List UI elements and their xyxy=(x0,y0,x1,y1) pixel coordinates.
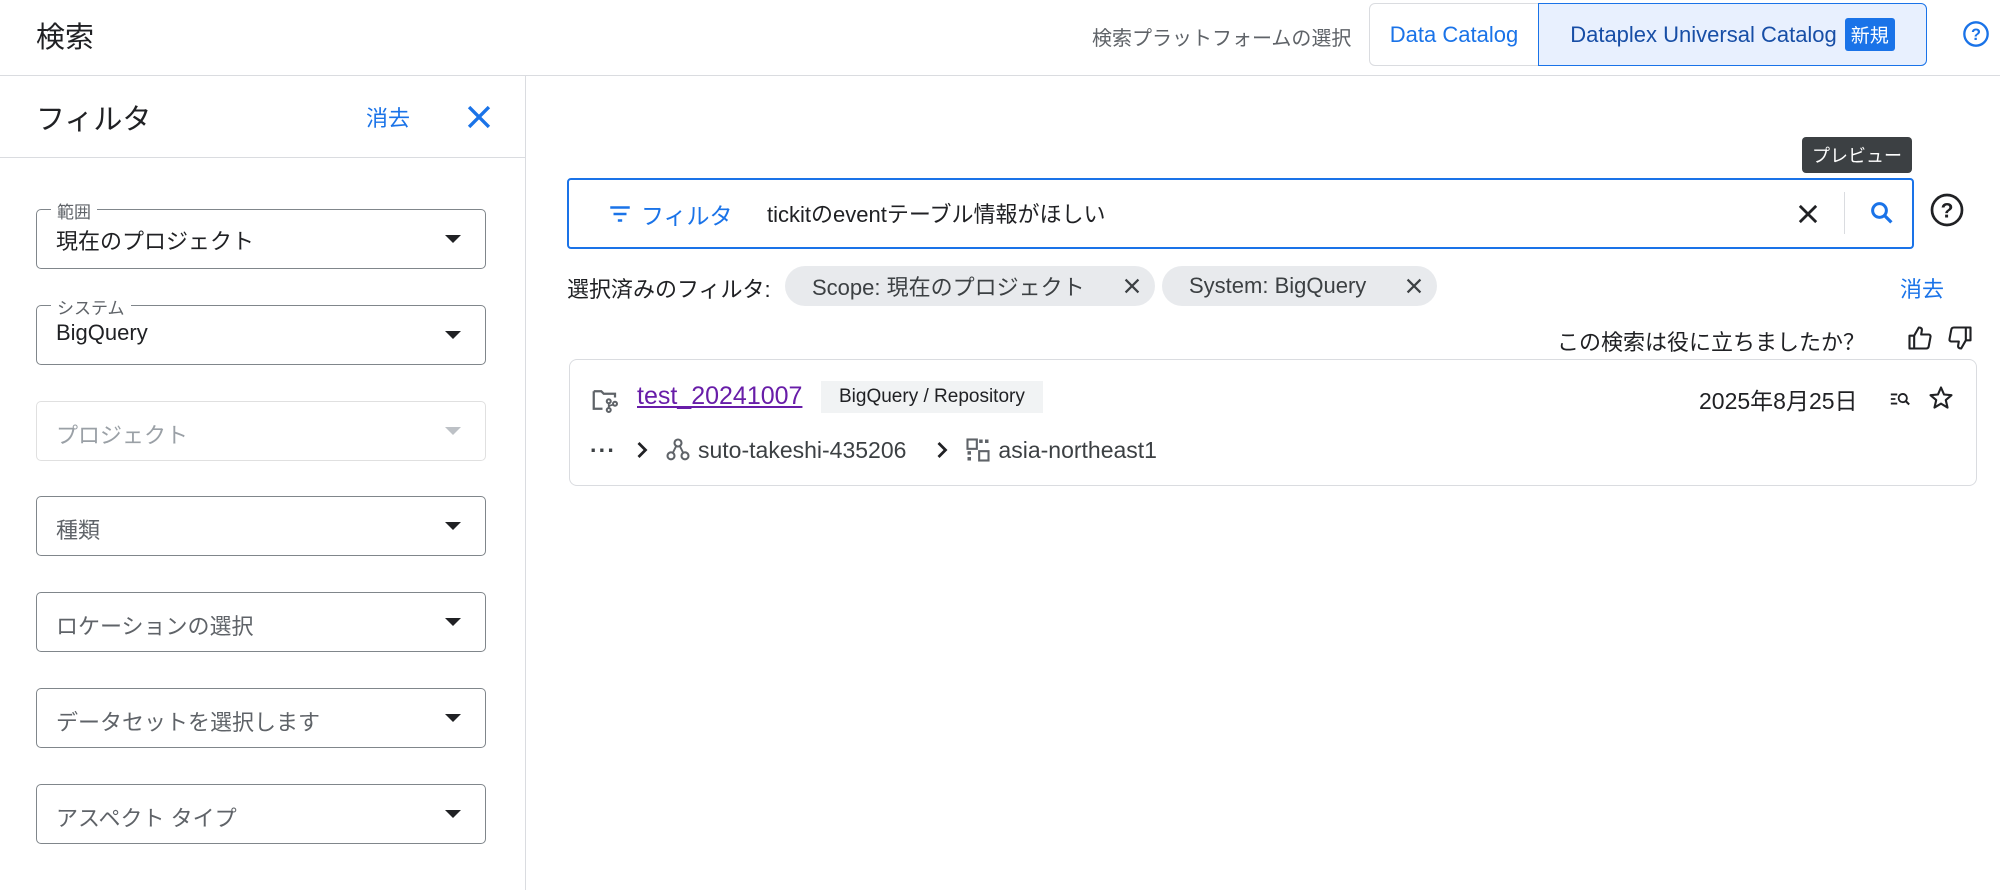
scope-value: 現在のプロジェクト xyxy=(56,229,255,254)
scope-label: 範囲 xyxy=(51,198,97,223)
aspect-type-select[interactable]: アスペクト タイプ xyxy=(36,784,486,844)
search-result-card[interactable]: test_20241007 BigQuery / Repository 2025… xyxy=(569,359,1977,486)
breadcrumb-more-button[interactable]: ··· xyxy=(590,437,620,464)
location-select[interactable]: ロケーションの選択 xyxy=(36,592,486,652)
platform-dataplex-button[interactable]: Dataplex Universal Catalog 新規 xyxy=(1538,3,1927,66)
platform-dataplex-label: Dataplex Universal Catalog xyxy=(1570,21,1837,47)
result-title-link[interactable]: test_20241007 xyxy=(637,382,802,411)
svg-text:?: ? xyxy=(1941,200,1954,223)
help-circle-icon[interactable]: ? xyxy=(1929,192,1965,228)
remove-chip-icon[interactable] xyxy=(1403,275,1425,297)
project-icon xyxy=(666,438,690,461)
breadcrumb-location[interactable]: asia-northeast1 xyxy=(964,436,1157,464)
result-breadcrumb: ··· suto-takeshi-435206 asia-northeast1 xyxy=(590,434,1157,466)
platform-select-label: 検索プラットフォームの選択 xyxy=(1092,28,1352,50)
chevron-down-icon xyxy=(445,235,461,243)
breadcrumb-project[interactable]: suto-takeshi-435206 xyxy=(664,436,906,464)
thumb-down-icon[interactable] xyxy=(1946,324,1974,352)
search-divider xyxy=(1844,192,1845,234)
feedback-question: この検索は役に立ちましたか？ xyxy=(1557,330,1866,355)
close-icon[interactable] xyxy=(462,100,496,134)
chevron-down-icon xyxy=(445,810,461,818)
chevron-right-icon xyxy=(937,442,948,458)
system-select[interactable]: システム BigQuery xyxy=(36,294,486,365)
platform-data-catalog-label: Data Catalog xyxy=(1389,21,1519,47)
filter-chip-scope: Scope: 現在のプロジェクト xyxy=(785,266,1155,306)
chevron-down-icon xyxy=(445,427,461,435)
filter-panel-header: フィルタ 消去 xyxy=(0,76,526,158)
type-placeholder: 種類 xyxy=(56,518,101,543)
star-icon[interactable] xyxy=(1927,384,1955,412)
breadcrumb-project-label: suto-takeshi-435206 xyxy=(698,436,907,463)
thumb-up-icon[interactable] xyxy=(1906,324,1934,352)
search-filter-button[interactable]: フィルタ xyxy=(607,197,733,231)
page-title: 検索 xyxy=(36,22,95,54)
location-grid-icon xyxy=(966,438,990,462)
clear-selected-filters-link[interactable]: 消去 xyxy=(1900,272,1944,304)
selected-filters-label: 選択済みのフィルタ: xyxy=(567,277,771,302)
dataset-select[interactable]: データセットを選択します xyxy=(36,688,486,748)
location-placeholder: ロケーションの選択 xyxy=(56,614,254,639)
platform-data-catalog-button[interactable]: Data Catalog xyxy=(1369,3,1539,66)
aspect-type-placeholder: アスペクト タイプ xyxy=(56,806,237,831)
new-badge: 新規 xyxy=(1844,18,1895,51)
search-icon[interactable] xyxy=(1867,198,1897,228)
filter-chip-system: System: BigQuery xyxy=(1162,266,1437,306)
filter-chip-label: Scope: 現在のプロジェクト xyxy=(812,275,1085,300)
chevron-down-icon xyxy=(445,618,461,626)
filter-panel: フィルタ 消去 範囲 現在のプロジェクト システム BigQuery プロジェク… xyxy=(0,76,526,890)
project-placeholder: プロジェクト xyxy=(56,423,189,448)
repository-icon xyxy=(592,390,618,413)
breadcrumb-location-label: asia-northeast1 xyxy=(998,436,1157,463)
preview-icon[interactable] xyxy=(1888,388,1912,410)
chevron-down-icon xyxy=(445,331,461,339)
system-label: システム xyxy=(51,294,131,319)
dataset-placeholder: データセットを選択します xyxy=(56,710,321,735)
help-icon[interactable]: ? xyxy=(1962,20,1990,48)
search-input[interactable] xyxy=(767,196,1747,230)
system-value: BigQuery xyxy=(56,320,148,345)
filter-panel-title: フィルタ xyxy=(36,104,152,136)
scope-select[interactable]: 範囲 現在のプロジェクト xyxy=(36,198,486,269)
filter-list-icon xyxy=(610,206,630,222)
chevron-right-icon xyxy=(637,442,648,458)
project-select: プロジェクト xyxy=(36,401,486,461)
search-bar: フィルタ xyxy=(567,178,1914,249)
preview-tooltip: プレビュー xyxy=(1802,137,1912,173)
top-header: 検索 検索プラットフォームの選択 Data Catalog Dataplex U… xyxy=(0,0,2000,76)
result-date: 2025年8月25日 xyxy=(1699,388,1858,414)
chevron-down-icon xyxy=(445,714,461,722)
type-select[interactable]: 種類 xyxy=(36,496,486,556)
clear-filters-link[interactable]: 消去 xyxy=(366,101,410,133)
chevron-down-icon xyxy=(445,522,461,530)
search-filter-label: フィルタ xyxy=(641,203,733,229)
svg-text:?: ? xyxy=(1971,26,1981,44)
result-system-tag: BigQuery / Repository xyxy=(821,381,1043,413)
remove-chip-icon[interactable] xyxy=(1121,275,1143,297)
clear-search-icon[interactable] xyxy=(1794,200,1822,228)
filter-chip-label: System: BigQuery xyxy=(1189,273,1367,298)
